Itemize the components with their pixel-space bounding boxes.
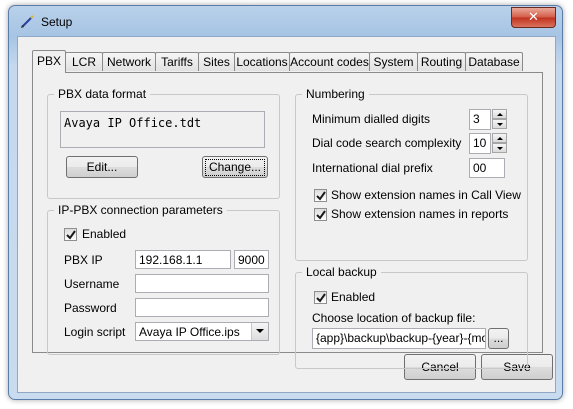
backup-location-input[interactable]: {app}\backup\backup-{year}-{mor — [312, 328, 486, 349]
min-digits-input[interactable]: 3 — [469, 109, 491, 130]
pbx-ip-input[interactable]: 192.168.1.1 — [135, 250, 231, 269]
tab-database[interactable]: Database — [465, 52, 523, 71]
show-callview-checkbox[interactable] — [314, 189, 327, 202]
pen-icon — [19, 14, 35, 30]
backup-enabled-checkbox[interactable] — [314, 291, 327, 304]
complexity-label: Dial code search complexity — [312, 136, 462, 150]
chevron-down-icon[interactable] — [251, 323, 268, 340]
spin-up-icon[interactable] — [492, 109, 507, 119]
connection-legend: IP-PBX connection parameters — [54, 203, 227, 217]
connection-enabled-checkbox[interactable] — [64, 228, 77, 241]
local-backup-group: Local backup Enabled Choose location of … — [295, 265, 528, 369]
edit-button[interactable]: Edit... — [66, 156, 138, 178]
connection-group: IP-PBX connection parameters Enabled PBX… — [47, 203, 280, 355]
username-input[interactable] — [135, 274, 269, 293]
complexity-stepper[interactable] — [492, 133, 507, 154]
spin-down-icon[interactable] — [492, 119, 507, 129]
spin-down-icon[interactable] — [492, 143, 507, 153]
show-reports-checkbox[interactable] — [314, 208, 327, 221]
tab-panel-pbx: PBX data format Avaya IP Office.tdt Edit… — [32, 72, 543, 369]
intl-prefix-label: International dial prefix — [312, 161, 433, 175]
close-icon: ✕ — [528, 9, 539, 24]
password-label: Password — [64, 301, 117, 315]
window-title: Setup — [41, 15, 73, 29]
login-script-value: Avaya IP Office.ips — [139, 325, 240, 339]
login-script-label: Login script — [64, 325, 126, 339]
show-callview-label: Show extension names in Call View — [331, 188, 521, 202]
complexity-input[interactable]: 10 — [469, 133, 491, 154]
tab-network[interactable]: Network — [102, 52, 156, 71]
browse-button[interactable]: ... — [488, 328, 509, 349]
backup-location-label: Choose location of backup file: — [312, 311, 476, 325]
checkmark-icon — [316, 210, 326, 220]
pbx-data-format-group: PBX data format Avaya IP Office.tdt Edit… — [47, 87, 280, 199]
checkmark-icon — [316, 191, 326, 201]
checkmark-icon — [66, 230, 76, 240]
tab-system[interactable]: System — [369, 52, 418, 71]
intl-prefix-input[interactable]: 00 — [469, 158, 505, 178]
tab-sites[interactable]: Sites — [198, 52, 235, 71]
numbering-group: Numbering Minimum dialled digits 3 Dial … — [295, 87, 528, 261]
tab-account-codes[interactable]: Account codes — [289, 52, 370, 71]
change-button-label: Change... — [205, 159, 265, 176]
min-digits-stepper[interactable] — [492, 109, 507, 130]
tab-tariffs[interactable]: Tariffs — [155, 52, 199, 71]
show-reports-label: Show extension names in reports — [331, 207, 509, 221]
tab-lcr[interactable]: LCR — [65, 52, 103, 71]
tab-routing[interactable]: Routing — [417, 52, 466, 71]
backup-enabled-label: Enabled — [331, 290, 376, 304]
checkmark-icon — [316, 293, 326, 303]
setup-window: Setup ✕ PBX LCR Network Tariffs Sites Lo… — [8, 5, 563, 400]
dialog-client-area: PBX LCR Network Tariffs Sites Locations … — [17, 36, 556, 393]
pbx-port-input[interactable]: 9000 — [234, 250, 269, 269]
username-label: Username — [64, 277, 120, 291]
numbering-legend: Numbering — [302, 87, 369, 101]
pbx-data-format-legend: PBX data format — [54, 87, 151, 101]
password-input[interactable] — [135, 298, 269, 317]
min-digits-label: Minimum dialled digits — [312, 112, 431, 126]
tab-pbx[interactable]: PBX — [32, 50, 66, 73]
local-backup-legend: Local backup — [302, 265, 381, 279]
close-button[interactable]: ✕ — [511, 7, 556, 28]
pbx-data-format-field[interactable]: Avaya IP Office.tdt — [60, 111, 265, 148]
change-button[interactable]: Change... — [202, 156, 268, 178]
tab-locations[interactable]: Locations — [234, 52, 290, 71]
title-bar[interactable]: Setup ✕ — [9, 6, 562, 36]
login-script-select[interactable]: Avaya IP Office.ips — [135, 322, 269, 341]
pbx-ip-label: PBX IP — [64, 253, 103, 267]
connection-enabled-label: Enabled — [82, 227, 127, 241]
spin-up-icon[interactable] — [492, 133, 507, 143]
